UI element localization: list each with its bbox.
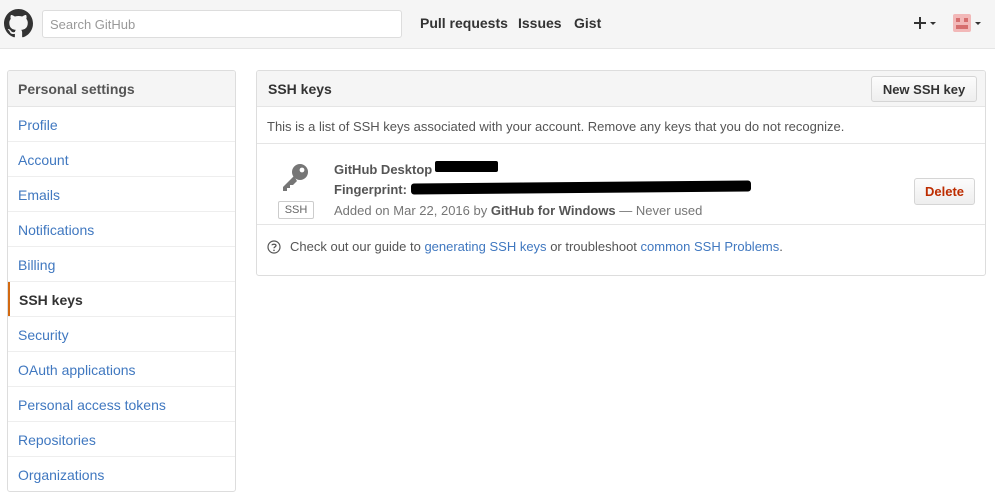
avatar-dropdown-icon[interactable] (953, 13, 987, 33)
nav-issues[interactable]: Issues (518, 15, 562, 31)
new-ssh-key-button[interactable]: New SSH key (871, 76, 977, 102)
key-added-info: Added on Mar 22, 2016 by GitHub for Wind… (334, 203, 702, 218)
help-text-middle: or troubleshoot (550, 239, 637, 254)
sidebar-item-organizations[interactable]: Organizations (8, 457, 235, 491)
key-icon (283, 164, 308, 191)
page-title: SSH keys (268, 81, 332, 97)
added-suffix: — Never used (619, 203, 703, 218)
ssh-key-row: SSH GitHub Desktop Fingerprint: Added on… (257, 144, 985, 225)
sidebar-item-notifications[interactable]: Notifications (8, 212, 235, 247)
added-prefix: Added on Mar 22, 2016 by (334, 203, 488, 218)
nav-pull-requests[interactable]: Pull requests (420, 15, 508, 31)
help-text-after: . (779, 239, 783, 254)
plus-dropdown-icon[interactable] (912, 12, 938, 34)
top-header: Pull requests Issues Gist (0, 0, 995, 49)
sidebar-item-personal-access-tokens[interactable]: Personal access tokens (8, 387, 235, 422)
key-fingerprint-label: Fingerprint: (334, 182, 407, 197)
octocat-icon[interactable] (4, 9, 33, 38)
help-text-before: Check out our guide to (290, 239, 421, 254)
generating-ssh-keys-link[interactable]: generating SSH keys (424, 239, 546, 254)
sidebar-item-repositories[interactable]: Repositories (8, 422, 235, 457)
help-footer: Check out our guide to generating SSH ke… (257, 225, 985, 269)
sidebar-item-oauth-applications[interactable]: OAuth applications (8, 352, 235, 387)
sidebar-item-profile[interactable]: Profile (8, 107, 235, 142)
intro-text: This is a list of SSH keys associated wi… (257, 107, 985, 144)
panel-header: SSH keys New SSH key (257, 71, 985, 107)
nav-gist[interactable]: Gist (574, 15, 601, 31)
redaction-mark (410, 180, 752, 195)
common-ssh-problems-link[interactable]: common SSH Problems (641, 239, 780, 254)
key-title: GitHub Desktop (334, 162, 433, 177)
search-input[interactable] (42, 10, 402, 38)
ssh-keys-panel: SSH keys New SSH key This is a list of S… (256, 70, 986, 276)
ssh-type-badge: SSH (278, 201, 314, 219)
delete-key-button[interactable]: Delete (914, 178, 975, 205)
sidebar-item-billing[interactable]: Billing (8, 247, 235, 282)
sidebar-title: Personal settings (8, 71, 235, 107)
sidebar-item-ssh-keys[interactable]: SSH keys (8, 282, 235, 317)
sidebar-item-emails[interactable]: Emails (8, 177, 235, 212)
added-by: GitHub for Windows (490, 203, 616, 218)
question-circle-icon (267, 240, 281, 254)
help-text: Check out our guide to generating SSH ke… (290, 239, 783, 254)
sidebar-item-security[interactable]: Security (8, 317, 235, 352)
settings-sidebar: Personal settings Profile Account Emails… (7, 70, 236, 492)
redaction-mark (435, 161, 498, 172)
sidebar-item-account[interactable]: Account (8, 142, 235, 177)
